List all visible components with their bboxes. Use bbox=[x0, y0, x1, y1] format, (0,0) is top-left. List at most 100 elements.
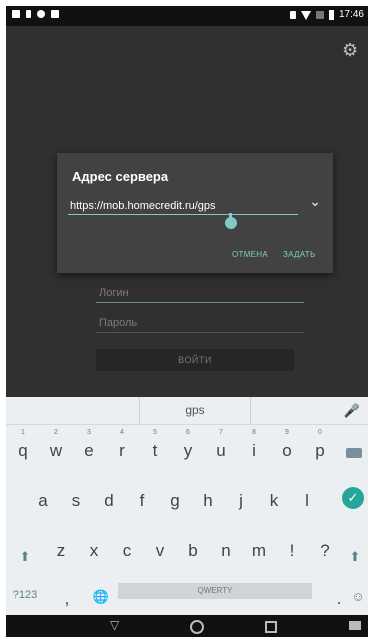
key-label: i bbox=[252, 441, 256, 460]
key-number-hint: 9 bbox=[285, 429, 289, 436]
suggestion-word[interactable]: gps bbox=[139, 397, 251, 424]
key[interactable]: a bbox=[28, 477, 58, 517]
usb-icon bbox=[26, 10, 31, 18]
location-icon bbox=[37, 10, 45, 18]
key[interactable]: 6y bbox=[173, 427, 203, 467]
key-label: p bbox=[315, 441, 325, 460]
key[interactable]: 7u bbox=[206, 427, 236, 467]
key[interactable]: f bbox=[127, 477, 157, 517]
comma-key-label: , bbox=[64, 589, 70, 608]
signal-icon bbox=[315, 11, 324, 19]
key[interactable]: ? bbox=[310, 527, 340, 567]
key[interactable]: j bbox=[226, 477, 256, 517]
key[interactable]: n bbox=[211, 527, 241, 567]
key-label: ? bbox=[320, 541, 330, 560]
recents-icon[interactable] bbox=[265, 621, 277, 633]
key[interactable]: v bbox=[145, 527, 175, 567]
key-label: h bbox=[203, 491, 213, 510]
gear-icon[interactable]: ⚙ bbox=[342, 41, 358, 59]
key[interactable]: h bbox=[193, 477, 223, 517]
key-label: b bbox=[188, 541, 198, 560]
login-field[interactable]: Логин bbox=[96, 284, 304, 303]
key[interactable]: 0p bbox=[305, 427, 335, 467]
key[interactable]: x bbox=[79, 527, 109, 567]
comma-key[interactable]: , bbox=[52, 575, 82, 615]
password-placeholder: Пароль bbox=[99, 317, 138, 329]
key-number-hint: 0 bbox=[318, 429, 322, 436]
server-url-input[interactable]: https://mob.homecredit.ru/gps bbox=[68, 198, 298, 215]
key-label: v bbox=[155, 541, 165, 560]
key-label: s bbox=[71, 491, 81, 510]
soft-keyboard: gps 🎤 1q2w3e4r5t6y7u8i9o0p asdfghjkl ✓ ⬆… bbox=[6, 397, 368, 615]
cursor-handle[interactable] bbox=[225, 217, 237, 229]
key[interactable]: z bbox=[46, 527, 76, 567]
key[interactable]: c bbox=[112, 527, 142, 567]
home-icon[interactable] bbox=[190, 620, 204, 634]
key-label: ! bbox=[289, 541, 295, 560]
key-label: g bbox=[170, 491, 180, 510]
image-icon bbox=[51, 10, 59, 18]
key-label: t bbox=[152, 441, 158, 460]
key[interactable]: m bbox=[244, 527, 274, 567]
key[interactable]: 5t bbox=[140, 427, 170, 467]
key[interactable]: k bbox=[259, 477, 289, 517]
keyboard-switch-icon[interactable] bbox=[349, 621, 361, 630]
password-field[interactable]: Пароль bbox=[96, 314, 304, 333]
key[interactable]: 8i bbox=[239, 427, 269, 467]
key[interactable]: d bbox=[94, 477, 124, 517]
key-number-hint: 4 bbox=[120, 429, 124, 436]
key[interactable]: 9o bbox=[272, 427, 302, 467]
server-url-value: https://mob.homecredit.ru/gps bbox=[70, 200, 216, 212]
key-label: q bbox=[18, 441, 28, 460]
key[interactable]: s bbox=[61, 477, 91, 517]
key[interactable]: l bbox=[292, 477, 322, 517]
key-label: r bbox=[119, 441, 125, 460]
key[interactable]: ! bbox=[277, 527, 307, 567]
server-address-dialog: Адрес сервера https://mob.homecredit.ru/… bbox=[57, 153, 333, 273]
shift-key-left[interactable]: ⬆ bbox=[10, 535, 40, 575]
symbols-key-label: ?123 bbox=[12, 589, 38, 601]
key-label: y bbox=[183, 441, 193, 460]
login-placeholder: Логин bbox=[99, 287, 129, 299]
key[interactable]: 1q bbox=[8, 427, 38, 467]
key-label: l bbox=[305, 491, 309, 510]
backspace-icon[interactable] bbox=[346, 448, 362, 458]
enter-key[interactable]: ✓ bbox=[342, 487, 364, 509]
notification-icon bbox=[12, 10, 20, 18]
set-button[interactable]: ЗАДАТЬ bbox=[283, 250, 316, 259]
key-number-hint: 3 bbox=[87, 429, 91, 436]
chevron-down-icon[interactable]: ⌄ bbox=[309, 193, 321, 210]
device-screen: 17:46 ⚙ Логин Пароль ВОЙТИ Адрес сервера… bbox=[6, 6, 368, 637]
vibrate-icon bbox=[289, 11, 296, 19]
key-label: f bbox=[139, 491, 145, 510]
key-label: c bbox=[122, 541, 132, 560]
wifi-icon bbox=[300, 10, 311, 20]
shift-key-right[interactable]: ⬆ bbox=[340, 535, 368, 575]
login-button[interactable]: ВОЙТИ bbox=[96, 349, 294, 371]
cancel-button[interactable]: ОТМЕНА bbox=[232, 250, 268, 259]
key-number-hint: 2 bbox=[54, 429, 58, 436]
key-label: w bbox=[49, 441, 63, 460]
key-number-hint: 7 bbox=[219, 429, 223, 436]
back-icon[interactable]: ▽ bbox=[110, 618, 119, 632]
key-label: j bbox=[239, 491, 243, 510]
key[interactable]: 4r bbox=[107, 427, 137, 467]
key-label: z bbox=[56, 541, 66, 560]
key[interactable]: g bbox=[160, 477, 190, 517]
key[interactable]: 3e bbox=[74, 427, 104, 467]
key-number-hint: 6 bbox=[186, 429, 190, 436]
key-label: o bbox=[282, 441, 292, 460]
symbols-key[interactable]: ?123 bbox=[8, 575, 42, 615]
key-number-hint: 5 bbox=[153, 429, 157, 436]
key-label: a bbox=[38, 491, 48, 510]
key-label: e bbox=[84, 441, 94, 460]
status-bar: 17:46 bbox=[6, 6, 368, 26]
emoji-icon[interactable]: ☺ bbox=[349, 575, 367, 615]
key[interactable]: b bbox=[178, 527, 208, 567]
key-label: m bbox=[251, 541, 267, 560]
mic-icon[interactable]: 🎤 bbox=[344, 403, 360, 419]
globe-icon[interactable]: 🌐 bbox=[86, 575, 116, 615]
key[interactable]: 2w bbox=[41, 427, 71, 467]
space-bar[interactable]: QWERTY bbox=[118, 583, 312, 599]
battery-icon bbox=[328, 10, 334, 20]
